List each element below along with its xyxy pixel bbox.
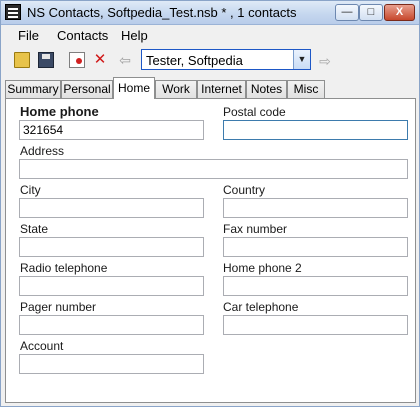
postal-code-label: Postal code <box>223 105 286 119</box>
pager-number-label: Pager number <box>20 300 97 314</box>
postal-code-field[interactable] <box>223 120 408 140</box>
chevron-down-icon[interactable]: ▼ <box>293 50 310 69</box>
home-phone-2-field[interactable] <box>223 276 408 296</box>
country-label: Country <box>223 183 266 197</box>
back-arrow-icon[interactable]: ⇦ <box>117 52 133 68</box>
home-phone-field[interactable]: 321654 <box>19 120 204 140</box>
home-tab-panel: Home phone 321654 Postal code Address Ci… <box>5 98 416 403</box>
maximize-button[interactable]: □ <box>359 4 383 21</box>
state-field[interactable] <box>19 237 204 257</box>
city-field[interactable] <box>19 198 204 218</box>
save-icon[interactable] <box>38 52 54 68</box>
app-icon <box>5 4 21 20</box>
fax-number-label: Fax number <box>223 222 288 236</box>
car-telephone-field[interactable] <box>223 315 408 335</box>
home-phone-2-label: Home phone 2 <box>223 261 302 275</box>
tab-personal[interactable]: Personal <box>61 80 113 98</box>
close-button[interactable]: X <box>384 4 415 21</box>
menu-bar: File Contacts Help <box>1 25 419 45</box>
address-label: Address <box>20 144 65 158</box>
toolbar: ✕ ⇦ Tester, Softpedia ▼ ⇨ <box>1 47 419 75</box>
menu-help[interactable]: Help <box>121 28 148 43</box>
tab-home[interactable]: Home <box>113 77 155 99</box>
city-label: City <box>20 183 41 197</box>
pager-number-field[interactable] <box>19 315 204 335</box>
tab-work[interactable]: Work <box>155 80 197 98</box>
account-label: Account <box>20 339 64 353</box>
tab-misc[interactable]: Misc <box>287 80 325 98</box>
delete-icon[interactable]: ✕ <box>92 52 108 68</box>
minimize-button[interactable]: — <box>335 4 359 21</box>
country-field[interactable] <box>223 198 408 218</box>
new-contact-icon[interactable] <box>69 52 85 68</box>
tab-strip: Summary Personal Home Work Internet Note… <box>1 77 419 99</box>
home-phone-label: Home phone <box>20 104 99 119</box>
title-bar[interactable]: NS Contacts, Softpedia_Test.nsb * , 1 co… <box>1 1 419 25</box>
window-title: NS Contacts, Softpedia_Test.nsb * , 1 co… <box>27 5 297 20</box>
menu-file[interactable]: File <box>18 28 39 43</box>
address-field[interactable] <box>19 159 408 179</box>
tab-internet[interactable]: Internet <box>197 80 246 98</box>
tab-summary[interactable]: Summary <box>5 80 61 98</box>
state-label: State <box>20 222 49 236</box>
radio-telephone-label: Radio telephone <box>20 261 108 275</box>
radio-telephone-field[interactable] <box>19 276 204 296</box>
tab-notes[interactable]: Notes <box>246 80 287 98</box>
fax-number-field[interactable] <box>223 237 408 257</box>
car-telephone-label: Car telephone <box>223 300 299 314</box>
account-field[interactable] <box>19 354 204 374</box>
menu-contacts[interactable]: Contacts <box>57 28 108 43</box>
forward-arrow-icon[interactable]: ⇨ <box>317 53 333 69</box>
app-window: NS Contacts, Softpedia_Test.nsb * , 1 co… <box>0 0 420 407</box>
contact-select-value: Tester, Softpedia <box>146 53 243 68</box>
open-folder-icon[interactable] <box>14 52 30 68</box>
contact-select[interactable]: Tester, Softpedia ▼ <box>141 49 311 70</box>
